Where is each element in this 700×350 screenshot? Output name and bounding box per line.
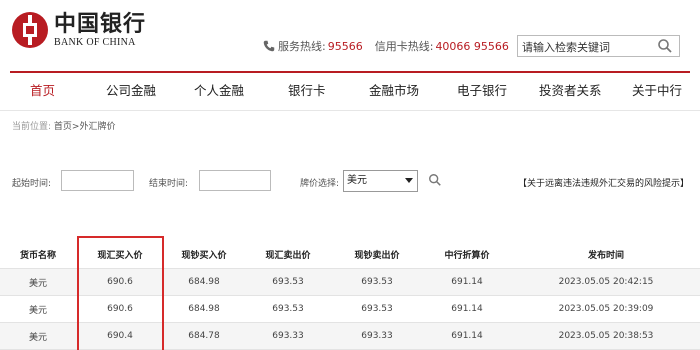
search-input[interactable]	[518, 37, 648, 58]
column-header-spot-sell: 现汇卖出价	[265, 250, 311, 261]
chevron-down-icon	[405, 178, 413, 183]
brand-name-cn: 中国银行	[54, 11, 147, 37]
cell-cash-buy: 684.78	[188, 331, 220, 341]
cell-boc-rate: 691.14	[451, 277, 483, 287]
nav-item-home[interactable]: 首页	[30, 80, 55, 99]
risk-warning-link[interactable]: 【关于远离违法违规外汇交易的风险提示】	[518, 176, 689, 189]
table-row: 美元 690.4 684.78 693.33 693.33 691.14 202…	[0, 323, 700, 350]
cell-currency: 美元	[28, 278, 47, 289]
cell-spot-buy: 690.4	[107, 331, 133, 341]
search-icon[interactable]	[428, 173, 442, 187]
hotline-bar: 服务热线: 95566 信用卡热线: 40066 95566	[263, 38, 521, 54]
end-time-input[interactable]	[199, 170, 271, 191]
search-icon[interactable]	[657, 38, 673, 54]
card-hotline-number[interactable]: 40066 95566	[435, 40, 508, 53]
site-search	[517, 35, 680, 58]
cell-boc-rate: 691.14	[451, 304, 483, 314]
site-header: 中国银行 BANK OF CHINA 服务热线: 95566 信用卡热线: 40…	[0, 0, 700, 68]
header-divider	[10, 71, 690, 73]
column-header-cash-buy: 现钞买入价	[181, 250, 227, 261]
cell-boc-rate: 691.14	[451, 331, 483, 341]
card-hotline-label: 信用卡热线:	[374, 40, 434, 53]
cell-spot-buy: 690.6	[107, 277, 133, 287]
table-header-row: 货币名称 现汇买入价 现钞买入价 现汇卖出价 现钞卖出价 中行折算价 发布时间	[0, 240, 700, 269]
cell-cash-buy: 684.98	[188, 304, 220, 314]
boc-logo-icon	[12, 12, 48, 48]
breadcrumb-prefix: 当前位置:	[12, 122, 52, 132]
nav-item-corporate[interactable]: 公司金融	[106, 80, 156, 99]
cell-publish-time: 2023.05.05 20:39:09	[558, 304, 654, 314]
currency-select[interactable]: 美元	[343, 170, 418, 192]
cell-cash-sell: 693.33	[361, 331, 393, 341]
table-row: 美元 690.6 684.98 693.53 693.53 691.14 202…	[0, 296, 700, 323]
breadcrumb-path[interactable]: 首页>外汇牌价	[54, 122, 116, 132]
service-hotline-label: 服务热线:	[278, 40, 326, 53]
start-time-label: 起始时间:	[12, 179, 52, 189]
nav-item-investors[interactable]: 投资者关系	[539, 80, 602, 99]
table-row: 美元 690.6 684.98 693.53 693.53 691.14 202…	[0, 269, 700, 296]
nav-item-cards[interactable]: 银行卡	[288, 80, 326, 99]
nav-item-personal[interactable]: 个人金融	[194, 80, 244, 99]
column-header-boc-rate: 中行折算价	[444, 250, 490, 261]
cell-cash-sell: 693.53	[361, 304, 393, 314]
filter-bar: 起始时间: 结束时间: 牌价选择: 美元 【关于远离违法违规外汇交易的风险提示】	[0, 170, 700, 192]
column-header-currency: 货币名称	[19, 250, 56, 261]
nav-item-ebanking[interactable]: 电子银行	[457, 80, 507, 99]
start-time-input[interactable]	[61, 170, 134, 191]
column-header-publish-time: 发布时间	[587, 250, 624, 261]
bank-logo[interactable]: 中国银行 BANK OF CHINA	[12, 12, 146, 49]
cell-spot-sell: 693.53	[272, 277, 304, 287]
nav-item-markets[interactable]: 金融市场	[369, 80, 419, 99]
brand-name-en: BANK OF CHINA	[54, 37, 136, 48]
column-header-spot-buy: 现汇买入价	[97, 250, 143, 261]
cell-publish-time: 2023.05.05 20:38:53	[558, 331, 654, 341]
currency-label: 牌价选择:	[300, 179, 340, 189]
column-header-cash-sell: 现钞卖出价	[354, 250, 400, 261]
cell-spot-sell: 693.33	[272, 331, 304, 341]
end-time-label: 结束时间:	[149, 179, 189, 189]
phone-icon	[263, 40, 275, 52]
main-nav: 首页 公司金融 个人金融 银行卡 金融市场 电子银行 投资者关系 关于中行	[0, 80, 700, 104]
breadcrumb: 当前位置: 首页>外汇牌价	[12, 119, 115, 132]
cell-currency: 美元	[28, 305, 47, 316]
service-hotline-number[interactable]: 95566	[328, 40, 363, 53]
cell-cash-sell: 693.53	[361, 277, 393, 287]
cell-publish-time: 2023.05.05 20:42:15	[558, 277, 654, 287]
cell-currency: 美元	[28, 332, 47, 343]
cell-cash-buy: 684.98	[188, 277, 220, 287]
currency-selected-value: 美元	[347, 175, 367, 186]
nav-item-about[interactable]: 关于中行	[632, 80, 682, 99]
cell-spot-sell: 693.53	[272, 304, 304, 314]
nav-divider	[0, 110, 700, 111]
cell-spot-buy: 690.6	[107, 304, 133, 314]
